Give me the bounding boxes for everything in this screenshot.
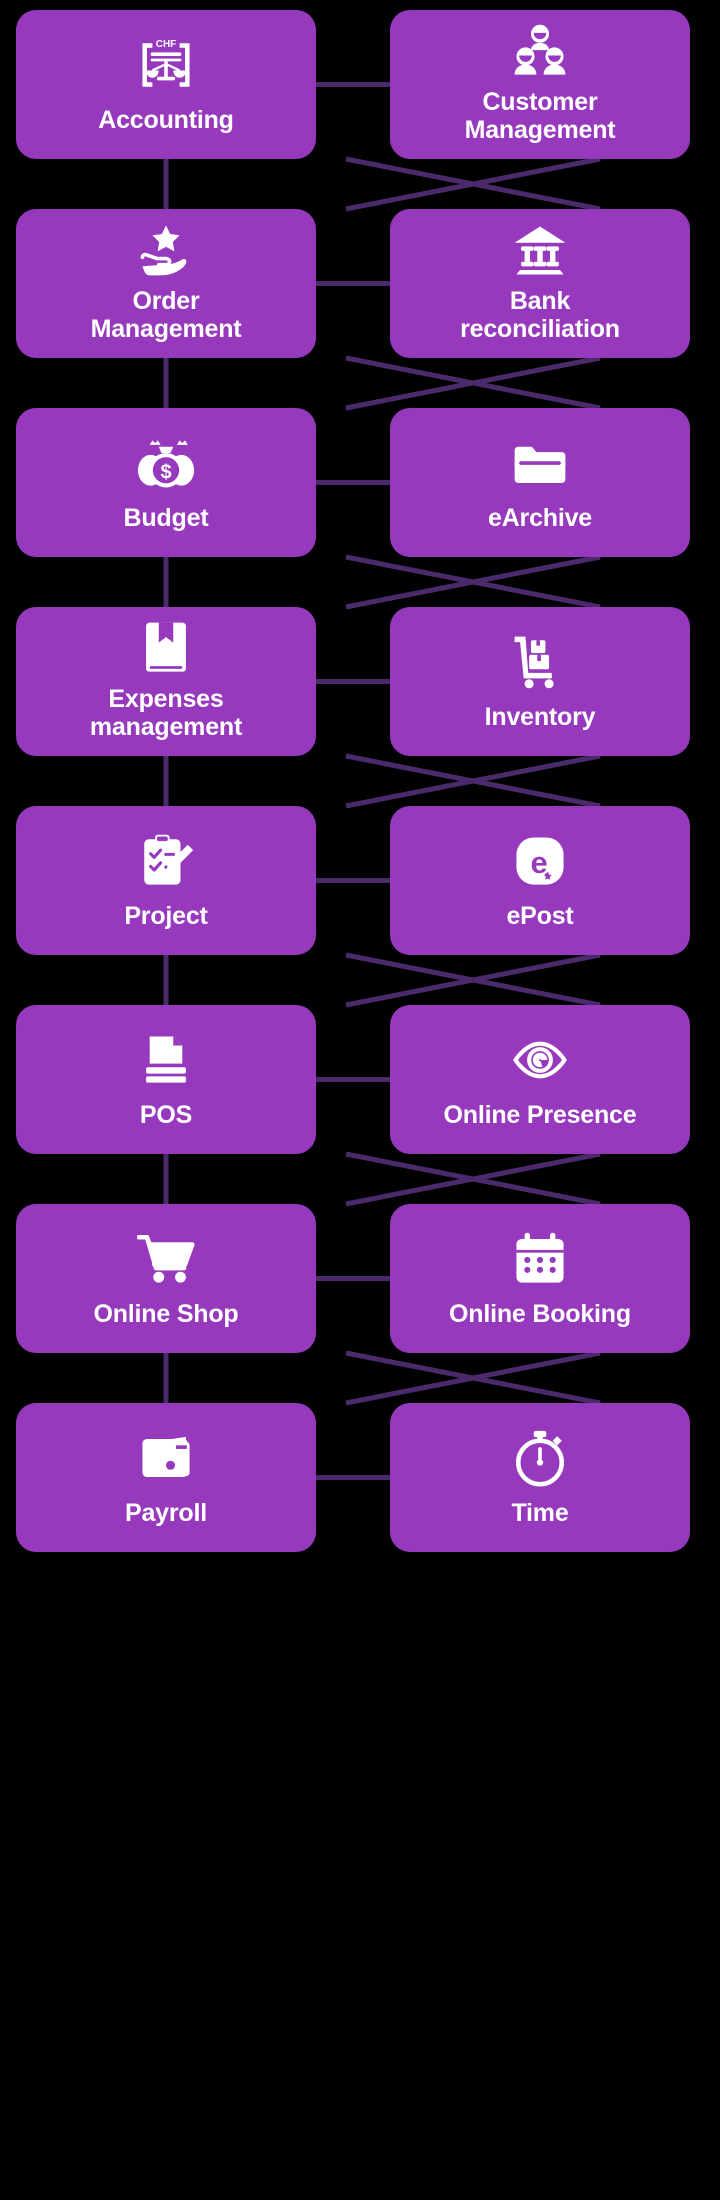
card-pos[interactable]: POS — [16, 1005, 316, 1154]
svg-text:$: $ — [160, 461, 171, 483]
card-label: Expenses management — [89, 684, 243, 741]
card-order-management[interactable]: Order Management — [16, 209, 316, 358]
card-grid: CHF Accounting Customer Management Order… — [0, 0, 720, 2200]
bank-building-icon — [507, 221, 573, 279]
epost-logo-icon: e — [507, 828, 573, 894]
three-people-group-icon — [507, 22, 573, 80]
card-online-booking[interactable]: Online Booking — [390, 1204, 690, 1353]
open-folder-icon — [507, 430, 573, 496]
card-budget[interactable]: $ Budget — [16, 408, 316, 557]
card-label: Customer Management — [464, 87, 616, 144]
diagram-canvas: CHF Accounting Customer Management Order… — [0, 0, 720, 2200]
card-online-presence[interactable]: Online Presence — [390, 1005, 690, 1154]
card-label: Online Booking — [449, 1299, 631, 1328]
card-expenses-management[interactable]: Expenses management — [16, 607, 316, 756]
receipt-printer-icon — [133, 1027, 199, 1093]
card-online-shop[interactable]: Online Shop — [16, 1204, 316, 1353]
chf-document-scales-icon: CHF — [133, 32, 199, 98]
card-label: Payroll — [125, 1498, 207, 1527]
hand-star-icon — [133, 221, 199, 279]
card-epost[interactable]: e ePost — [390, 806, 690, 955]
card-project[interactable]: Project — [16, 806, 316, 955]
shopping-cart-icon — [133, 1226, 199, 1292]
card-inventory[interactable]: Inventory — [390, 607, 690, 756]
card-label: Online Shop — [93, 1299, 239, 1328]
calendar-dots-icon — [507, 1226, 573, 1292]
svg-text:CHF: CHF — [156, 38, 176, 49]
hand-truck-boxes-icon — [507, 629, 573, 695]
card-label: Bank reconciliation — [460, 286, 620, 343]
card-earchive[interactable]: eArchive — [390, 408, 690, 557]
card-label: Budget — [123, 503, 209, 532]
bookmark-book-icon — [133, 619, 199, 677]
card-payroll[interactable]: Payroll — [16, 1403, 316, 1552]
card-bank-reconciliation[interactable]: Bank reconciliation — [390, 209, 690, 358]
card-label: eArchive — [487, 503, 592, 532]
clipboard-pencil-icon — [133, 828, 199, 894]
card-label: POS — [139, 1100, 193, 1129]
wallet-icon — [133, 1425, 199, 1491]
card-customer-management[interactable]: Customer Management — [390, 10, 690, 159]
card-label: Inventory — [484, 702, 596, 731]
card-label: ePost — [506, 901, 574, 930]
card-accounting[interactable]: CHF Accounting — [16, 10, 316, 159]
stopwatch-icon — [507, 1425, 573, 1491]
card-time[interactable]: Time — [390, 1403, 690, 1552]
card-label: Order Management — [90, 286, 242, 343]
money-bags-dollar-icon: $ — [133, 430, 199, 496]
card-label: Accounting — [98, 105, 234, 134]
card-label: Project — [124, 901, 208, 930]
card-label: Online Presence — [443, 1100, 637, 1129]
card-label: Time — [511, 1498, 569, 1527]
eye-spiral-icon — [507, 1027, 573, 1093]
